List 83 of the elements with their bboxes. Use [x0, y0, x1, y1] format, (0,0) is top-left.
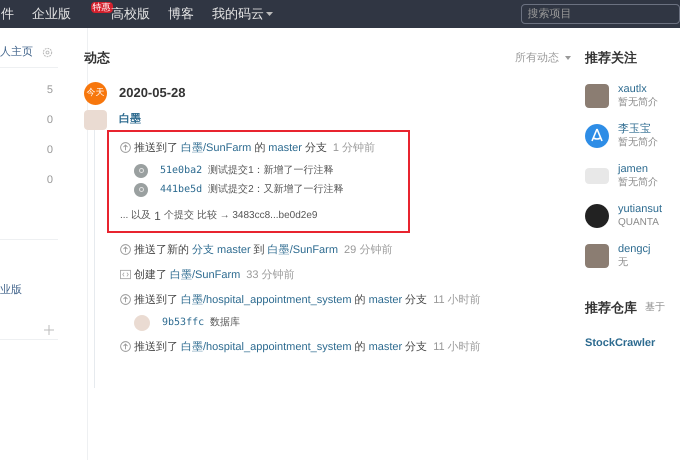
caret-icon [565, 56, 571, 60]
compare-link[interactable]: 比较 → 3483cc8...be0d2e9 [196, 208, 318, 223]
nav-link[interactable]: 高校版 [111, 4, 150, 24]
user-bio: 暂无简介 [618, 96, 658, 110]
count-label: 0 [46, 143, 53, 158]
commit-count: 1 [154, 208, 161, 224]
nav-link[interactable]: 我的码云 [212, 4, 273, 24]
commit-message: 测试提交2：又新增了一行注释 [208, 182, 344, 196]
add-icon[interactable] [44, 324, 54, 334]
section-title: 动态 [84, 49, 110, 67]
nav-link[interactable]: 企业版 [32, 4, 71, 24]
commit-sha[interactable]: 9b53ffc [162, 314, 204, 330]
push-icon [120, 244, 131, 255]
repo-link[interactable]: 白墨/hospital_appointment_system [181, 338, 352, 356]
user-name[interactable]: 白墨 [119, 111, 141, 128]
section-note: 基于 [645, 300, 665, 315]
repo-link[interactable]: master [268, 138, 302, 156]
avatar-placeholder [585, 204, 609, 228]
repo-link[interactable]: 白墨/SunFarm [170, 266, 240, 284]
default-avatar-icon [134, 164, 148, 178]
commit-message: 数据库 [210, 316, 240, 330]
repo-link[interactable]: 分支 master [192, 240, 251, 258]
user-bio: 暂无简介 [618, 176, 658, 190]
sidebar-header[interactable]: 人主页 [0, 44, 33, 61]
repo-link[interactable]: master [368, 338, 402, 356]
push-icon [120, 142, 131, 153]
event-text: 的 [354, 340, 366, 354]
event-text: 的 [354, 292, 366, 308]
count-label: 5 [46, 83, 53, 98]
event-text: 创建了 [134, 268, 167, 282]
commit-sha[interactable]: 51e0ba2 [160, 162, 202, 178]
code-icon [120, 269, 131, 280]
time-label: 33 分钟前 [246, 268, 295, 282]
push-icon [120, 294, 131, 305]
user-bio: QUANTA [618, 216, 660, 230]
event-text: 分支 [405, 292, 428, 308]
time-label: 1 分钟前 [332, 140, 376, 156]
sidebar-link[interactable]: 业版 [0, 282, 58, 298]
repo-link[interactable]: 白墨/hospital_appointment_system [181, 290, 352, 308]
more-commits-text: ... 以及 [120, 208, 152, 223]
repo-link[interactable]: 白墨/SunFarm [268, 240, 338, 258]
event-text: 分支 [304, 140, 327, 156]
logo-avatar-icon [585, 124, 609, 148]
event-text: 推送到了 [134, 292, 178, 308]
time-label: 11 小时前 [433, 340, 481, 354]
push-icon [120, 341, 131, 352]
user-bio: 无 [618, 256, 629, 270]
more-commits-text: 个提交 [164, 208, 194, 223]
section-title: 推荐关注 [585, 49, 638, 67]
event-text: 推送到了 [134, 140, 178, 156]
section-title: 推荐仓库 [585, 298, 637, 316]
time-label: 11 小时前 [433, 292, 481, 308]
commit-message: 测试提交1：新增了一行注释 [208, 164, 334, 178]
avatar-photo-placeholder [585, 84, 609, 108]
nav-link[interactable]: 博客 [168, 4, 194, 24]
event-text: 到 [254, 242, 265, 258]
badge: 特惠 [90, 2, 113, 14]
search-field[interactable]: 搜索项目 [520, 4, 680, 24]
avatar-photo-placeholder [585, 244, 609, 268]
user-name[interactable]: yutiansut [618, 202, 662, 216]
count-label: 0 [46, 113, 53, 128]
user-name[interactable]: 李玉宝 [618, 122, 658, 136]
commit-sha[interactable]: 441be5d [160, 182, 202, 198]
date-heading: 2020-05-28 [119, 84, 186, 102]
user-name[interactable]: xautlx [618, 82, 658, 96]
repo-link[interactable]: master [368, 290, 402, 308]
repo-link[interactable]: StockCrawler [585, 335, 674, 352]
nav-link[interactable]: 件 [1, 4, 14, 24]
count-label: 0 [46, 173, 53, 188]
event-text: 推送了新的 [134, 242, 189, 258]
repo-link[interactable]: 白墨/SunFarm [181, 138, 252, 156]
default-avatar-icon [134, 182, 148, 196]
event-text: 的 [254, 140, 266, 156]
user-avatar [84, 110, 107, 130]
event-text: 推送到了 [134, 340, 178, 354]
user-name[interactable]: dengcj [618, 242, 650, 256]
user-bio: 暂无简介 [618, 136, 658, 150]
time-label: 29 分钟前 [344, 242, 392, 258]
user-name[interactable]: jamen [618, 162, 658, 176]
user-avatar [134, 314, 150, 330]
today-badge: 今天 [84, 82, 107, 104]
event-text: 分支 [405, 340, 428, 354]
settings-icon[interactable] [42, 47, 53, 58]
